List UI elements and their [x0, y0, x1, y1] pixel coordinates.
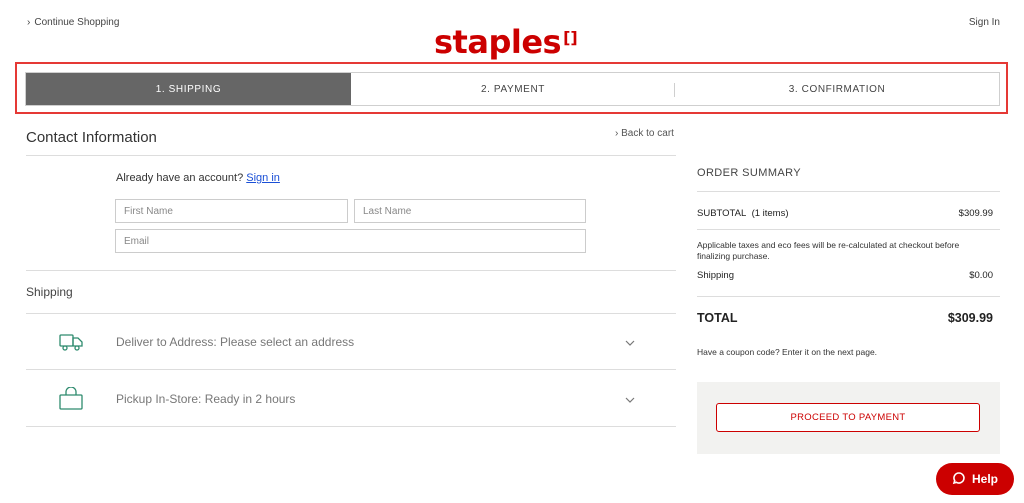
shipping-title: Shipping: [26, 285, 73, 299]
order-summary-title: ORDER SUMMARY: [697, 167, 802, 179]
shipping-cost-value: $0.00: [969, 270, 993, 281]
email-field[interactable]: [115, 229, 586, 253]
bag-icon: [58, 386, 84, 411]
shipping-cost-label: Shipping: [697, 270, 734, 281]
subtotal-value: $309.99: [958, 208, 993, 219]
chevron-right-icon: ›: [27, 17, 31, 28]
account-prompt-text: Already have an account?: [116, 172, 244, 184]
truck-icon: [58, 330, 84, 354]
logo-wordmark: staples: [434, 23, 562, 61]
subtotal-count: (1 items): [751, 208, 789, 219]
help-label: Help: [971, 472, 998, 486]
top-bar: › Continue Shopping staples [] Sign In: [0, 0, 1024, 60]
help-button[interactable]: Help: [936, 463, 1014, 495]
deliver-option-label: Deliver to Address: Please select an add…: [116, 334, 355, 349]
divider: [26, 155, 676, 156]
divider: [697, 229, 1000, 230]
checkout-steps: 1. SHIPPING 2. PAYMENT 3. CONFIRMATION: [25, 72, 1000, 106]
chat-bubble-icon: [952, 471, 966, 488]
tax-note: Applicable taxes and eco fees will be re…: [697, 240, 960, 261]
deliver-to-address-option[interactable]: Deliver to Address: Please select an add…: [26, 314, 676, 370]
first-name-field[interactable]: [115, 199, 348, 223]
chevron-down-icon[interactable]: [624, 393, 636, 405]
chevron-right-icon: ›: [615, 128, 619, 139]
total-label: TOTAL: [697, 311, 738, 325]
sign-in-inline-link[interactable]: Sign in: [246, 172, 280, 184]
coupon-note: Have a coupon code? Enter it on the next…: [697, 347, 878, 357]
total-value: $309.99: [947, 311, 993, 325]
step-payment[interactable]: 2. PAYMENT: [351, 73, 675, 105]
logo-bracket-mark: []: [563, 28, 578, 47]
continue-shopping-label: Continue Shopping: [34, 17, 120, 28]
back-to-cart-label: Back to cart: [621, 128, 674, 139]
step-confirmation[interactable]: 3. CONFIRMATION: [675, 73, 999, 105]
contact-information-title: Contact Information: [26, 129, 157, 146]
staples-logo[interactable]: staples []: [434, 24, 578, 62]
divider: [26, 270, 676, 271]
last-name-field[interactable]: [354, 199, 586, 223]
proceed-to-payment-button[interactable]: PROCEED TO PAYMENT: [716, 403, 980, 432]
back-to-cart-link[interactable]: › Back to cart: [615, 128, 674, 139]
subtotal-label: SUBTOTAL (1 items): [697, 208, 789, 219]
continue-shopping-link[interactable]: › Continue Shopping: [27, 17, 119, 28]
chevron-down-icon[interactable]: [624, 336, 636, 348]
subtotal-label-text: SUBTOTAL: [697, 208, 747, 219]
sign-in-link[interactable]: Sign In: [969, 17, 1000, 28]
step-shipping[interactable]: 1. SHIPPING: [26, 73, 351, 105]
divider: [697, 191, 1000, 192]
divider: [697, 296, 1000, 297]
pickup-option-label: Pickup In-Store: Ready in 2 hours: [116, 391, 296, 406]
pickup-in-store-option[interactable]: Pickup In-Store: Ready in 2 hours: [26, 371, 676, 427]
account-prompt: Already have an account? Sign in: [116, 172, 280, 184]
